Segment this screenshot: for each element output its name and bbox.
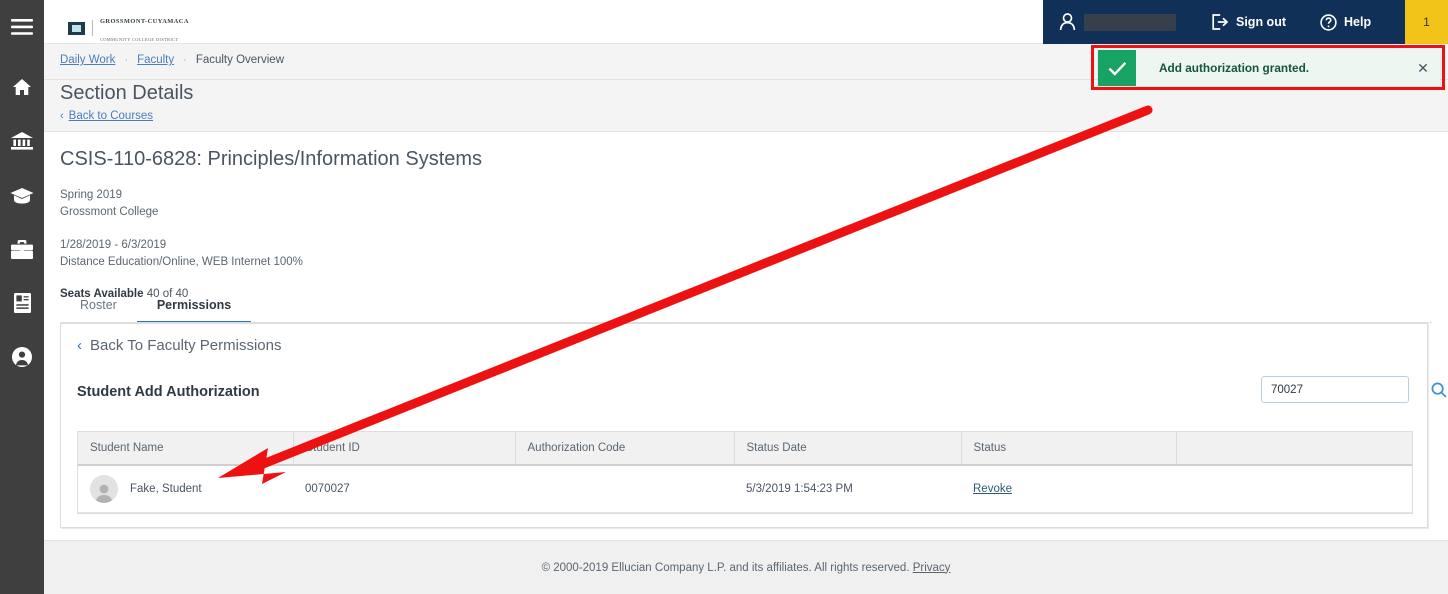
course-college: Grossmont College — [60, 204, 1448, 221]
district-logo[interactable]: GROSSMONT-CUYAMACA COMMUNITY COLLEGE DIS… — [68, 10, 189, 47]
cell-actions — [1176, 465, 1412, 513]
sidebar-item-academics[interactable] — [0, 168, 44, 222]
table-header-row: Student Name Student ID Authorization Co… — [78, 432, 1412, 465]
cell-student-id: 0070027 — [293, 465, 515, 513]
page-title-band: Section Details ‹ Back to Courses — [44, 80, 1448, 132]
cell-status: Revoke — [961, 465, 1176, 513]
account-toolbar: Sign out Help — [1043, 0, 1405, 44]
authorization-table-wrapper: Student Name Student ID Authorization Co… — [77, 431, 1413, 514]
toast-message: Add authorization granted. — [1136, 61, 1406, 75]
sign-out-button[interactable]: Sign out — [1212, 14, 1286, 30]
logo-line-2: COMMUNITY COLLEGE DISTRICT — [100, 37, 178, 42]
table-body: Fake, Student 0070027 5/3/2019 1:54:23 P… — [78, 465, 1412, 513]
check-icon — [1108, 61, 1127, 76]
cell-student-name: Fake, Student — [78, 465, 293, 513]
sidebar-item-employment[interactable] — [0, 222, 44, 276]
help-question-icon — [1320, 14, 1337, 31]
search-button[interactable] — [1431, 377, 1447, 402]
person-circle-icon — [12, 347, 32, 367]
tab-permissions[interactable]: Permissions — [137, 294, 251, 324]
course-dates: 1/28/2019 - 6/3/2019 — [60, 237, 1448, 254]
sign-out-label: Sign out — [1236, 15, 1286, 29]
search-input[interactable] — [1262, 377, 1431, 402]
logo-mark-icon — [68, 22, 85, 35]
breadcrumb-item-daily-work[interactable]: Daily Work — [60, 54, 115, 66]
application-root: GROSSMONT-CUYAMACA COMMUNITY COLLEGE DIS… — [0, 0, 1448, 594]
breadcrumb-item-faculty-overview: Faculty Overview — [196, 54, 284, 66]
student-add-authorization-heading: Student Add Authorization — [77, 384, 260, 400]
home-icon — [12, 78, 32, 96]
chevron-left-icon: ‹ — [60, 110, 64, 122]
col-student-name: Student Name — [78, 432, 293, 465]
breadcrumb-item-faculty[interactable]: Faculty — [137, 54, 174, 66]
left-icon-rail — [0, 0, 44, 594]
col-student-id: Student ID — [293, 432, 515, 465]
permissions-panel: ‹ Back To Faculty Permissions Student Ad… — [60, 323, 1428, 528]
search-box — [1261, 376, 1409, 403]
bank-icon — [11, 132, 33, 150]
briefcase-icon — [11, 240, 33, 259]
user-name-redacted — [1084, 14, 1176, 31]
help-label: Help — [1344, 15, 1371, 29]
sidebar-item-profile[interactable] — [0, 330, 44, 384]
col-status-date: Status Date — [734, 432, 961, 465]
course-summary: CSIS-110-6828: Principles/Information Sy… — [60, 148, 1448, 300]
graduation-cap-icon — [10, 187, 34, 204]
footer-text: © 2000-2019 Ellucian Company L.P. and it… — [542, 562, 951, 574]
course-dates-delivery: 1/28/2019 - 6/3/2019 Distance Education/… — [60, 237, 1448, 272]
person-icon — [1059, 13, 1076, 31]
course-term-college: Spring 2019 Grossmont College — [60, 187, 1448, 222]
breadcrumb-separator-1: · — [124, 54, 128, 66]
back-to-courses-label: Back to Courses — [69, 110, 153, 122]
col-actions — [1176, 432, 1412, 465]
account-user[interactable] — [1059, 13, 1176, 31]
success-toast: Add authorization granted. ✕ — [1098, 50, 1440, 86]
search-icon — [1431, 382, 1447, 398]
logo-divider — [92, 20, 93, 36]
back-to-faculty-permissions-label: Back To Faculty Permissions — [90, 337, 281, 354]
course-term: Spring 2019 — [60, 187, 1448, 204]
authorization-table: Student Name Student ID Authorization Co… — [78, 432, 1412, 513]
app-header: GROSSMONT-CUYAMACA COMMUNITY COLLEGE DIS… — [44, 0, 1448, 44]
page-footer: © 2000-2019 Ellucian Company L.P. and it… — [44, 540, 1448, 594]
student-name-text: Fake, Student — [130, 483, 202, 495]
cell-status-date: 5/3/2019 1:54:23 PM — [734, 465, 961, 513]
cell-authorization-code — [515, 465, 734, 513]
help-button[interactable]: Help — [1320, 14, 1371, 31]
avatar — [90, 475, 118, 503]
sidebar-item-financial[interactable] — [0, 114, 44, 168]
logo-line-1: GROSSMONT-CUYAMACA — [100, 18, 189, 25]
col-authorization-code: Authorization Code — [515, 432, 734, 465]
seats-available: Seats Available 40 of 40 — [60, 288, 1448, 300]
sign-out-icon — [1212, 14, 1229, 30]
back-to-faculty-permissions-link[interactable]: ‹ Back To Faculty Permissions — [77, 337, 281, 354]
breadcrumb-separator-2: · — [183, 54, 187, 66]
tab-roster[interactable]: Roster — [60, 294, 137, 324]
hamburger-menu-icon[interactable] — [0, 0, 44, 54]
table-row: Fake, Student 0070027 5/3/2019 1:54:23 P… — [78, 465, 1412, 513]
revoke-link[interactable]: Revoke — [973, 483, 1012, 495]
logo-text: GROSSMONT-CUYAMACA COMMUNITY COLLEGE DIS… — [100, 10, 189, 47]
toast-status-icon — [1098, 50, 1136, 86]
notification-badge[interactable]: 1 — [1405, 0, 1448, 44]
footer-copyright: © 2000-2019 Ellucian Company L.P. and it… — [542, 562, 910, 574]
privacy-link[interactable]: Privacy — [913, 562, 951, 574]
sidebar-item-daily-work[interactable] — [0, 276, 44, 330]
avatar-person-icon — [93, 481, 115, 503]
col-status: Status — [961, 432, 1176, 465]
course-title: CSIS-110-6828: Principles/Information Sy… — [60, 148, 1448, 171]
back-to-courses-link[interactable]: ‹ Back to Courses — [60, 110, 153, 122]
chevron-left-icon: ‹ — [77, 337, 82, 354]
sidebar-item-home[interactable] — [0, 60, 44, 114]
hamburger-menu-glyph — [11, 19, 33, 35]
document-icon — [14, 293, 31, 313]
close-icon[interactable]: ✕ — [1406, 50, 1440, 86]
course-delivery: Distance Education/Online, WEB Internet … — [60, 254, 1448, 271]
section-tabs: Roster Permissions — [60, 294, 251, 324]
page-title: Section Details — [60, 82, 193, 105]
table-header: Student Name Student ID Authorization Co… — [78, 432, 1412, 465]
